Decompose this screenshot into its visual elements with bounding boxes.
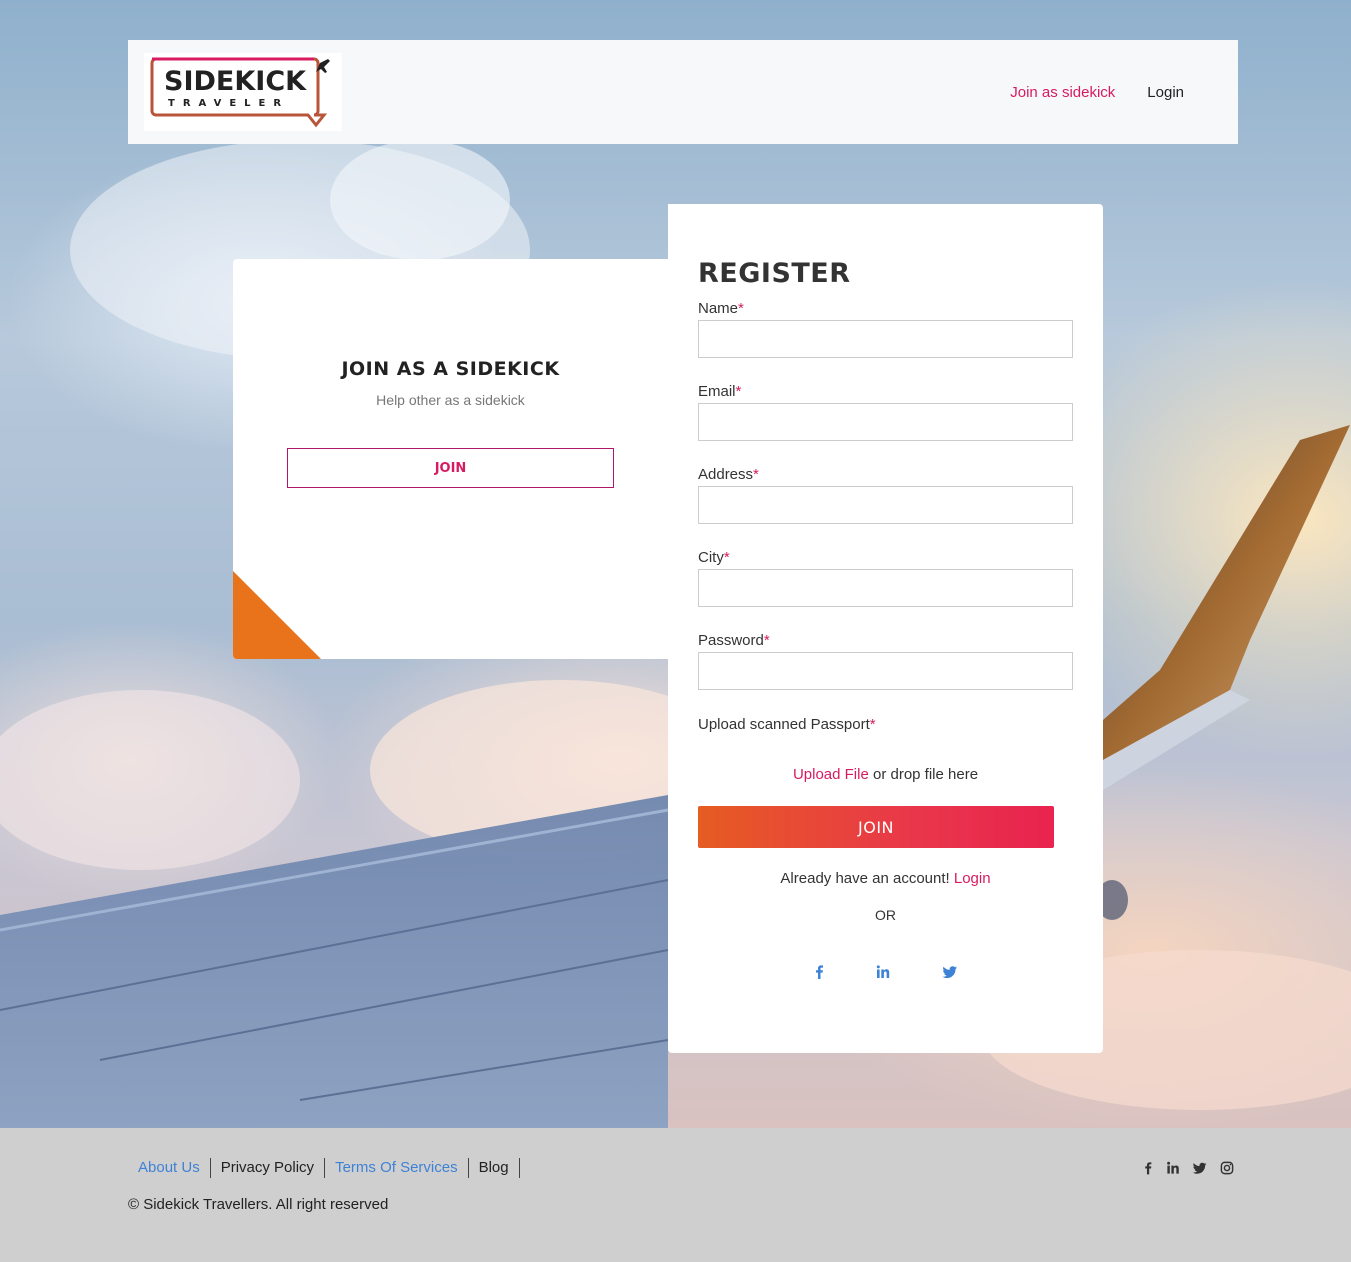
password-input[interactable] <box>698 652 1073 690</box>
footer-social-icons <box>1140 1159 1240 1177</box>
email-input[interactable] <box>698 403 1073 441</box>
login-link[interactable]: Login <box>954 870 991 887</box>
name-input[interactable] <box>698 320 1073 358</box>
city-label: City* <box>698 549 730 566</box>
twitter-icon[interactable] <box>940 962 960 982</box>
name-field-group: Name* <box>698 300 1073 358</box>
nav-join-sidekick-link[interactable]: Join as sidekick <box>1010 84 1115 101</box>
social-login-buttons <box>806 962 966 982</box>
top-navbar: SIDEKICK TRAVELER Join as sidekick Login <box>128 40 1238 144</box>
drop-file-text: or drop file here <box>868 766 979 783</box>
register-join-button[interactable]: JOIN <box>698 806 1054 848</box>
email-label: Email* <box>698 383 742 400</box>
file-drop-zone[interactable]: Upload File or drop file here <box>698 766 1073 783</box>
footer-about-link[interactable]: About Us <box>128 1158 211 1178</box>
or-divider: OR <box>875 907 896 923</box>
copyright-text: © Sidekick Travellers. All right reserve… <box>128 1196 389 1213</box>
upload-passport-label: Upload scanned Passport* <box>698 716 876 733</box>
join-card-subtitle: Help other as a sidekick <box>376 392 525 408</box>
address-label: Address* <box>698 466 759 483</box>
password-field-group: Password* <box>698 632 1073 690</box>
name-label: Name* <box>698 300 744 317</box>
logo[interactable]: SIDEKICK TRAVELER <box>144 53 342 131</box>
city-input[interactable] <box>698 569 1073 607</box>
password-label: Password* <box>698 632 770 649</box>
email-field-group: Email* <box>698 383 1073 441</box>
register-title: REGISTER <box>698 258 851 289</box>
address-input[interactable] <box>698 486 1073 524</box>
footer-blog-link[interactable]: Blog <box>469 1158 520 1178</box>
orange-corner-decoration <box>233 571 321 659</box>
instagram-icon[interactable] <box>1219 1159 1235 1177</box>
facebook-icon[interactable] <box>1140 1159 1156 1177</box>
join-sidekick-card: JOIN AS A SIDEKICK Help other as a sidek… <box>233 259 668 659</box>
upload-file-link[interactable]: Upload File <box>793 766 869 783</box>
footer-links: About Us Privacy Policy Terms Of Service… <box>128 1158 520 1178</box>
footer-terms-link[interactable]: Terms Of Services <box>325 1158 469 1178</box>
logo-sub-text: TRAVELER <box>168 98 289 109</box>
join-sidekick-button[interactable]: JOIN <box>287 448 614 488</box>
already-account-text: Already have an account! Login <box>780 870 991 887</box>
nav-login-link[interactable]: Login <box>1147 84 1184 101</box>
join-card-title: JOIN AS A SIDEKICK <box>341 358 560 380</box>
logo-main-text: SIDEKICK <box>164 66 307 97</box>
twitter-icon[interactable] <box>1192 1159 1208 1177</box>
city-field-group: City* <box>698 549 1073 607</box>
register-card: REGISTER Name* Email* Address* City* Pas… <box>668 204 1103 1053</box>
sidekick-logo-graphic: SIDEKICK TRAVELER <box>150 57 330 128</box>
address-field-group: Address* <box>698 466 1073 524</box>
linkedin-icon[interactable] <box>1165 1159 1181 1177</box>
linkedin-icon[interactable] <box>873 962 893 982</box>
footer: About Us Privacy Policy Terms Of Service… <box>0 1128 1351 1262</box>
footer-privacy-link[interactable]: Privacy Policy <box>211 1158 326 1178</box>
nav-links: Join as sidekick Login <box>1010 84 1184 101</box>
facebook-icon[interactable] <box>809 962 829 982</box>
